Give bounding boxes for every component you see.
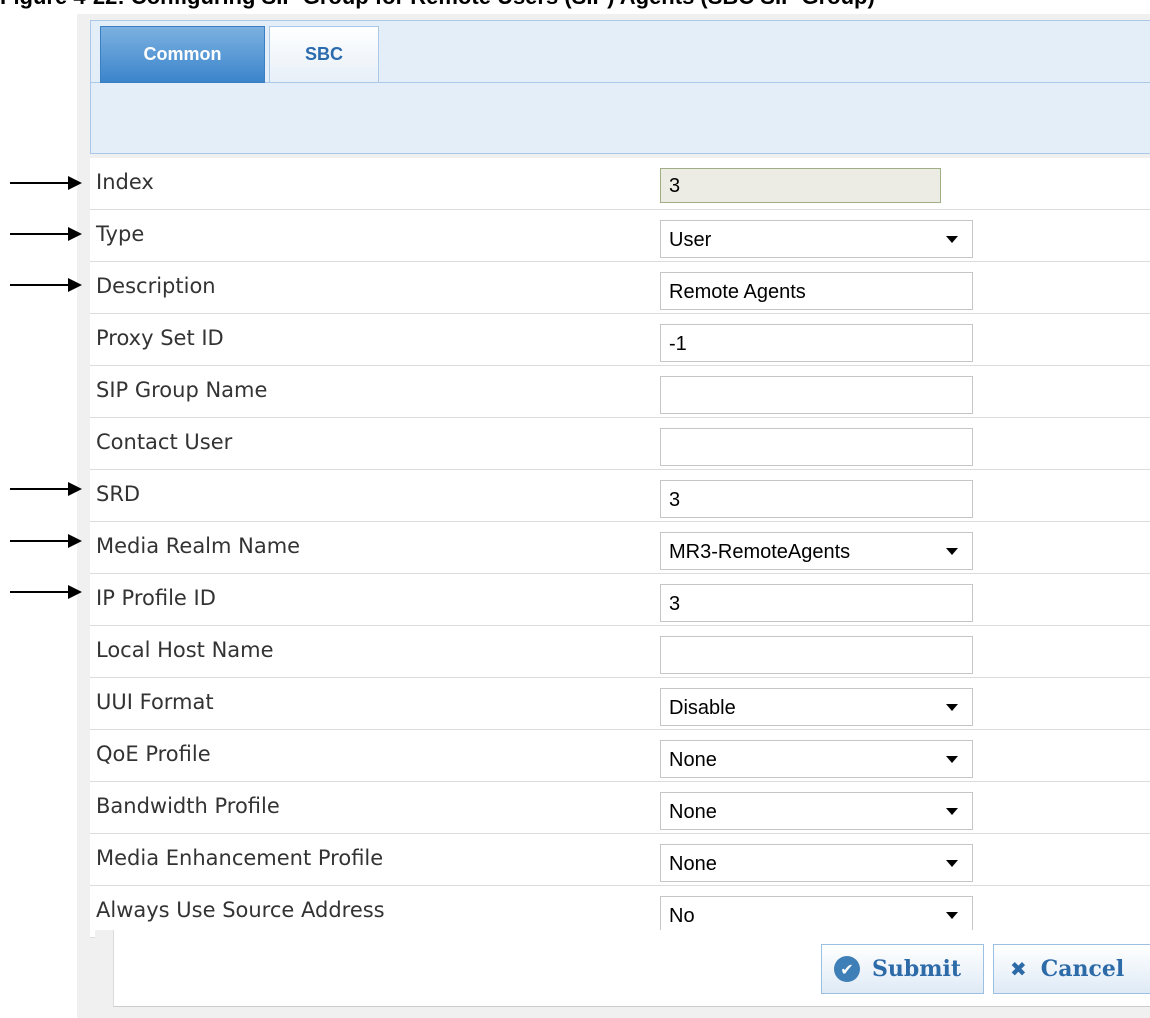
button-bar-inner: ✔ Submit ✖ Cancel xyxy=(113,930,1150,1007)
srd-input[interactable]: 3 xyxy=(660,480,973,518)
media-enhancement-profile-value: None xyxy=(669,853,717,875)
chevron-down-icon xyxy=(946,756,958,763)
form-row-uui-format: UUI Format Disable xyxy=(90,678,1150,730)
chevron-down-icon xyxy=(946,808,958,815)
form-row-qoe-profile: QoE Profile None xyxy=(90,730,1150,782)
chevron-down-icon xyxy=(946,860,958,867)
form-row-media-realm-name: Media Realm Name MR3-RemoteAgents xyxy=(90,522,1150,574)
media-enhancement-profile-label: Media Enhancement Profile xyxy=(96,846,384,870)
cancel-label: Cancel xyxy=(1040,956,1125,982)
chevron-down-icon xyxy=(946,912,958,919)
ip-profile-id-input[interactable]: 3 xyxy=(660,584,973,622)
always-use-source-address-value: No xyxy=(669,905,695,927)
submit-button[interactable]: ✔ Submit xyxy=(821,944,984,994)
proxy-set-id-label: Proxy Set ID xyxy=(96,326,224,350)
check-icon: ✔ xyxy=(834,956,860,982)
form-row-type: Type User xyxy=(90,210,1150,262)
cancel-button[interactable]: ✖ Cancel xyxy=(993,944,1150,994)
arrow-type-icon xyxy=(10,227,82,241)
local-host-name-input[interactable] xyxy=(660,636,973,674)
arrow-index-icon xyxy=(10,176,82,190)
description-input[interactable]: Remote Agents xyxy=(660,272,973,310)
proxy-set-id-input[interactable]: -1 xyxy=(660,324,973,362)
form-row-description: Description Remote Agents xyxy=(90,262,1150,314)
arrow-description-icon xyxy=(10,278,82,292)
media-realm-name-label: Media Realm Name xyxy=(96,534,301,558)
bandwidth-profile-select[interactable]: None xyxy=(660,792,973,830)
type-select[interactable]: User xyxy=(660,220,973,258)
arrow-media-realm-icon xyxy=(10,534,82,548)
always-use-source-address-label: Always Use Source Address xyxy=(96,898,385,922)
form-row-local-host-name: Local Host Name xyxy=(90,626,1150,678)
sip-group-form: Index 3 Type User Description Remote Age… xyxy=(90,158,1150,938)
contact-user-label: Contact User xyxy=(96,430,233,454)
tab-panel: Common SBC xyxy=(90,20,1150,154)
form-row-contact-user: Contact User xyxy=(90,418,1150,470)
srd-label: SRD xyxy=(96,482,141,506)
chevron-down-icon xyxy=(946,236,958,243)
description-label: Description xyxy=(96,274,216,298)
bandwidth-profile-label: Bandwidth Profile xyxy=(96,794,280,818)
arrow-ip-profile-icon xyxy=(10,585,82,599)
chevron-down-icon xyxy=(946,704,958,711)
uui-format-value: Disable xyxy=(669,697,736,719)
tab-common[interactable]: Common xyxy=(100,26,265,83)
page: Figure 4-22: Configuring SIP Group for R… xyxy=(0,0,1150,1018)
button-bar: ✔ Submit ✖ Cancel xyxy=(95,930,1150,1008)
form-row-media-enhancement-profile: Media Enhancement Profile None xyxy=(90,834,1150,886)
uui-format-label: UUI Format xyxy=(96,690,214,714)
qoe-profile-select[interactable]: None xyxy=(660,740,973,778)
ip-profile-id-label: IP Profile ID xyxy=(96,586,216,610)
chevron-down-icon xyxy=(946,548,958,555)
form-row-ip-profile-id: IP Profile ID 3 xyxy=(90,574,1150,626)
qoe-profile-label: QoE Profile xyxy=(96,742,211,766)
figure-caption: Figure 4-22: Configuring SIP Group for R… xyxy=(0,0,1150,9)
form-row-proxy-set-id: Proxy Set ID -1 xyxy=(90,314,1150,366)
bandwidth-profile-value: None xyxy=(669,801,717,823)
media-enhancement-profile-select[interactable]: None xyxy=(660,844,973,882)
always-use-source-address-select[interactable]: No xyxy=(660,896,973,934)
type-value: User xyxy=(669,229,712,251)
index-label: Index xyxy=(96,170,154,194)
form-row-bandwidth-profile: Bandwidth Profile None xyxy=(90,782,1150,834)
sip-group-name-label: SIP Group Name xyxy=(96,378,268,402)
media-realm-name-select[interactable]: MR3-RemoteAgents xyxy=(660,532,973,570)
form-row-index: Index 3 xyxy=(90,158,1150,210)
contact-user-input[interactable] xyxy=(660,428,973,466)
sip-group-name-input[interactable] xyxy=(660,376,973,414)
close-icon: ✖ xyxy=(1010,957,1027,981)
tab-sbc[interactable]: SBC xyxy=(269,26,379,83)
uui-format-select[interactable]: Disable xyxy=(660,688,973,726)
submit-label: Submit xyxy=(872,956,962,982)
type-label: Type xyxy=(96,222,145,246)
index-field: 3 xyxy=(660,168,941,203)
arrow-srd-icon xyxy=(10,482,82,496)
local-host-name-label: Local Host Name xyxy=(96,638,274,662)
qoe-profile-value: None xyxy=(669,749,717,771)
media-realm-name-value: MR3-RemoteAgents xyxy=(669,541,851,563)
form-row-srd: SRD 3 xyxy=(90,470,1150,522)
form-row-sip-group-name: SIP Group Name xyxy=(90,366,1150,418)
tab-strip: Common SBC xyxy=(91,21,1150,83)
